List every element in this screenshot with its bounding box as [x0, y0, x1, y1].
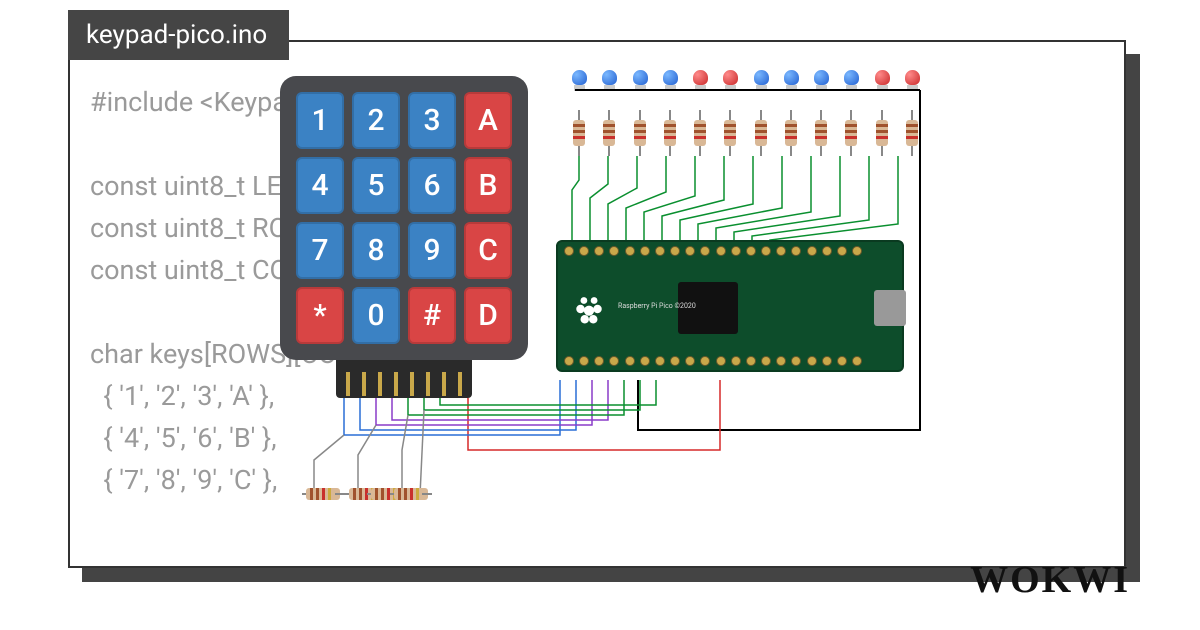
resistor-icon — [633, 110, 648, 156]
gpio-pin — [852, 246, 862, 256]
gpio-pin — [746, 246, 756, 256]
red-led-icon — [905, 70, 920, 85]
gpio-pin — [594, 246, 604, 256]
gpio-pin — [791, 356, 801, 366]
gpio-pin — [609, 356, 619, 366]
blue-led-icon — [663, 70, 678, 85]
gpio-pin — [716, 356, 726, 366]
raspberry-logo-icon — [572, 292, 606, 326]
gpio-pin — [731, 246, 741, 256]
red-led-icon — [723, 70, 738, 85]
resistor-icon — [572, 110, 587, 156]
red-led-icon — [875, 70, 890, 85]
resistor-row-bottom — [302, 488, 432, 508]
resistor-icon — [754, 110, 769, 156]
keypad-key-8[interactable]: 8 — [352, 222, 400, 279]
gpio-pin — [685, 356, 695, 366]
gpio-pin — [579, 246, 589, 256]
keypad-key-0[interactable]: 0 — [352, 287, 400, 344]
gpio-pin — [776, 246, 786, 256]
keypad-key-C[interactable]: C — [464, 222, 512, 279]
gpio-pin — [837, 356, 847, 366]
resistor-icon — [723, 110, 738, 156]
gpio-pin — [625, 246, 635, 256]
keypad-key-2[interactable]: 2 — [352, 92, 400, 149]
resistor-icon — [302, 488, 345, 502]
blue-led-icon — [754, 70, 769, 85]
gpio-pin — [716, 246, 726, 256]
gpio-pin — [822, 356, 832, 366]
gpio-pin — [640, 246, 650, 256]
gpio-pin — [625, 356, 635, 366]
resistor-icon — [602, 110, 617, 156]
resistor-icon — [663, 110, 678, 156]
gpio-pin — [670, 356, 680, 366]
gpio-pin — [761, 246, 771, 256]
blue-led-icon — [784, 70, 799, 85]
keypad-key-#[interactable]: # — [408, 287, 456, 344]
gpio-pin — [564, 356, 574, 366]
gpio-pin — [655, 356, 665, 366]
resistor-row-top — [572, 110, 920, 156]
keypad-key-5[interactable]: 5 — [352, 157, 400, 214]
gpio-pin — [655, 246, 665, 256]
red-led-icon — [693, 70, 708, 85]
gpio-pin — [807, 356, 817, 366]
gpio-pin — [564, 246, 574, 256]
keypad-key-*[interactable]: * — [296, 287, 344, 344]
code-line: { '7', '8', '9', 'C' }, — [90, 460, 1160, 502]
gpio-pin — [746, 356, 756, 366]
keypad-connector — [336, 360, 472, 398]
blue-led-icon — [633, 70, 648, 85]
usb-port-icon — [874, 290, 906, 326]
keypad-key-1[interactable]: 1 — [296, 92, 344, 149]
blue-led-icon — [814, 70, 829, 85]
code-line: { '1', '2', '3', 'A' }, — [90, 376, 1160, 418]
board-label: Raspberry Pi Pico ©2020 — [618, 302, 696, 310]
blue-led-icon — [602, 70, 617, 85]
keypad-key-A[interactable]: A — [464, 92, 512, 149]
file-title-tab: keypad-pico.ino — [68, 10, 289, 60]
gpio-pin — [791, 246, 801, 256]
wokwi-brand: WOKWI — [970, 558, 1130, 602]
gpio-pin — [731, 356, 741, 366]
gpio-pin — [837, 246, 847, 256]
keypad-key-4[interactable]: 4 — [296, 157, 344, 214]
keypad-key-D[interactable]: D — [464, 287, 512, 344]
gpio-pin — [822, 246, 832, 256]
gpio-pin — [700, 246, 710, 256]
gpio-pin — [685, 246, 695, 256]
resistor-icon — [814, 110, 829, 156]
gpio-pin — [761, 356, 771, 366]
keypad-key-3[interactable]: 3 — [408, 92, 456, 149]
gpio-pin — [609, 246, 619, 256]
code-line: const uint8_t LEDS = — [90, 166, 1160, 208]
gpio-pin — [670, 246, 680, 256]
resistor-icon — [784, 110, 799, 156]
keypad-4x4[interactable]: 123A 456B 789C *0#D — [280, 76, 528, 360]
resistor-icon — [905, 110, 920, 156]
resistor-icon — [390, 488, 433, 502]
raspberry-pi-pico[interactable]: Raspberry Pi Pico ©2020 — [556, 240, 904, 372]
blue-led-icon — [844, 70, 859, 85]
gpio-pin — [776, 356, 786, 366]
keypad-key-7[interactable]: 7 — [296, 222, 344, 279]
led-row — [572, 70, 920, 96]
gpio-pin — [579, 356, 589, 366]
code-line: { '4', '5', '6', 'B' }, — [90, 418, 1160, 460]
gpio-pin — [700, 356, 710, 366]
resistor-icon — [844, 110, 859, 156]
keypad-key-9[interactable]: 9 — [408, 222, 456, 279]
keypad-key-B[interactable]: B — [464, 157, 512, 214]
resistor-icon — [875, 110, 890, 156]
gpio-pin — [807, 246, 817, 256]
gpio-pin — [640, 356, 650, 366]
keypad-key-6[interactable]: 6 — [408, 157, 456, 214]
blue-led-icon — [572, 70, 587, 85]
resistor-icon — [693, 110, 708, 156]
gpio-pin — [852, 356, 862, 366]
gpio-pin — [594, 356, 604, 366]
